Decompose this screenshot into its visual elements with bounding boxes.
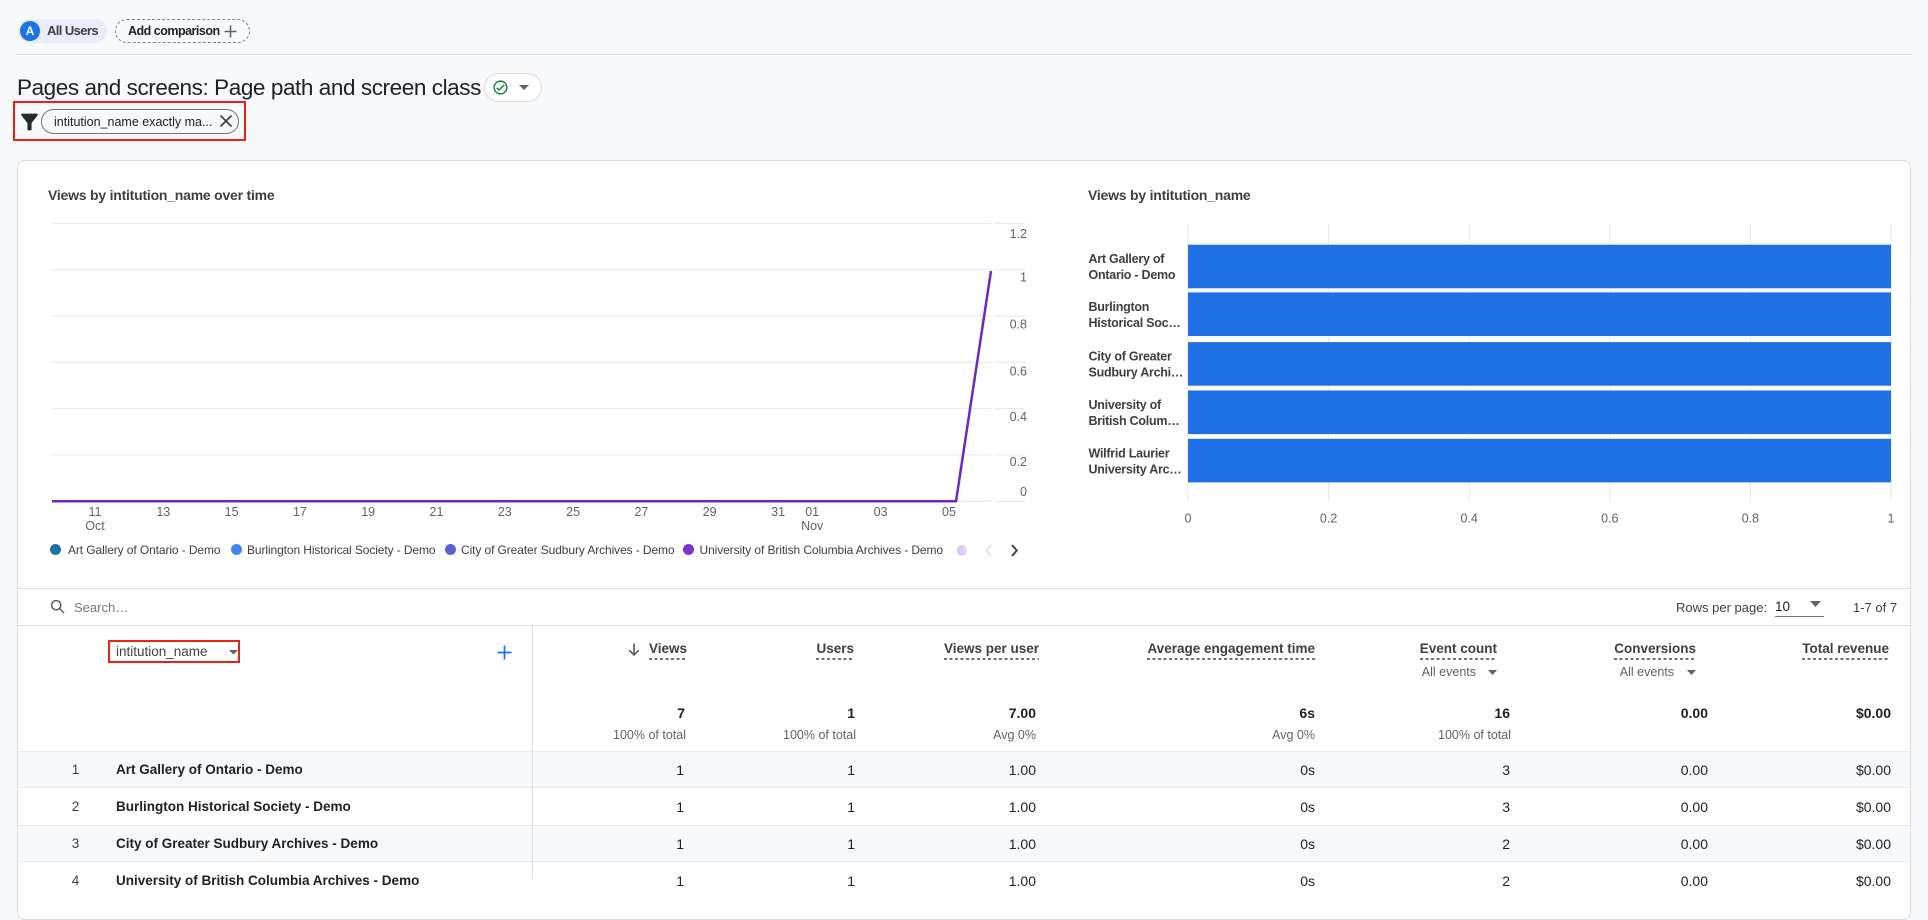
svg-text:Oct: Oct bbox=[85, 519, 105, 533]
svg-text:1: 1 bbox=[1888, 512, 1895, 526]
svg-text:03: 03 bbox=[874, 505, 888, 519]
svg-text:0.4: 0.4 bbox=[1010, 410, 1027, 424]
svg-text:0.4: 0.4 bbox=[1461, 512, 1478, 526]
svg-text:27: 27 bbox=[634, 505, 648, 519]
svg-text:0: 0 bbox=[1185, 512, 1192, 526]
svg-text:0.8: 0.8 bbox=[1010, 317, 1027, 331]
svg-text:01: 01 bbox=[805, 505, 819, 519]
svg-text:1.2: 1.2 bbox=[1010, 227, 1027, 241]
svg-text:05: 05 bbox=[942, 505, 956, 519]
svg-text:11: 11 bbox=[89, 505, 102, 519]
svg-text:25: 25 bbox=[566, 505, 580, 519]
svg-text:23: 23 bbox=[498, 505, 512, 519]
svg-text:13: 13 bbox=[156, 505, 170, 519]
svg-text:Historical Soc…: Historical Soc… bbox=[1089, 316, 1181, 330]
svg-text:31: 31 bbox=[771, 505, 785, 519]
svg-text:0.2: 0.2 bbox=[1010, 455, 1027, 469]
svg-text:17: 17 bbox=[293, 505, 307, 519]
svg-text:University of: University of bbox=[1089, 398, 1163, 412]
svg-text:Nov: Nov bbox=[801, 519, 824, 533]
svg-text:0.6: 0.6 bbox=[1601, 512, 1618, 526]
svg-text:City of Greater: City of Greater bbox=[1089, 350, 1172, 364]
svg-text:1: 1 bbox=[1020, 271, 1027, 285]
svg-text:0.6: 0.6 bbox=[1010, 364, 1027, 378]
svg-text:15: 15 bbox=[225, 505, 239, 519]
svg-text:Burlington: Burlington bbox=[1089, 300, 1150, 314]
svg-text:0: 0 bbox=[1020, 485, 1027, 499]
svg-text:British Colum…: British Colum… bbox=[1089, 414, 1180, 428]
svg-text:21: 21 bbox=[430, 505, 444, 519]
svg-text:19: 19 bbox=[361, 505, 375, 519]
svg-text:29: 29 bbox=[703, 505, 717, 519]
svg-text:0.8: 0.8 bbox=[1742, 512, 1759, 526]
svg-text:Ontario - Demo: Ontario - Demo bbox=[1089, 268, 1176, 282]
svg-text:Wilfrid Laurier: Wilfrid Laurier bbox=[1089, 447, 1170, 461]
svg-text:Sudbury Archi…: Sudbury Archi… bbox=[1089, 366, 1184, 380]
svg-text:University Arc…: University Arc… bbox=[1089, 463, 1182, 477]
svg-text:Art Gallery of: Art Gallery of bbox=[1089, 252, 1166, 266]
svg-text:0.2: 0.2 bbox=[1320, 512, 1337, 526]
